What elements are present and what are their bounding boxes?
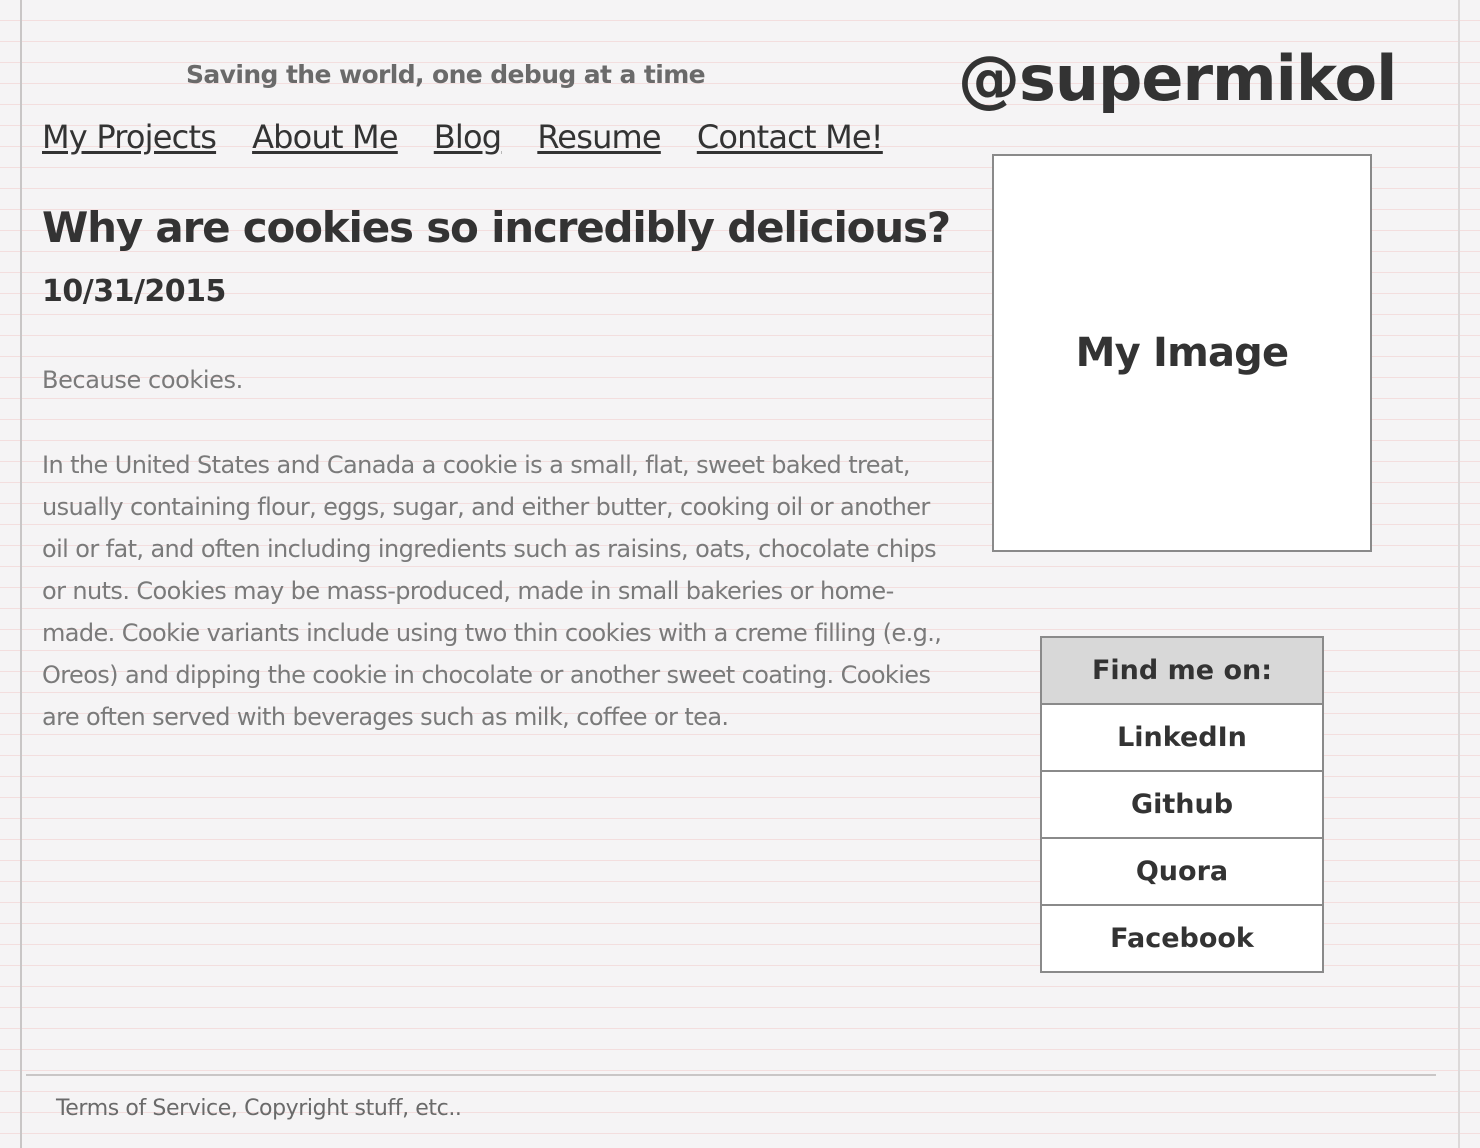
post-date: 10/31/2015 [42, 274, 226, 309]
social-link-github[interactable]: Github [1042, 772, 1322, 839]
social-links-table: Find me on: LinkedIn Github Quora Facebo… [1040, 636, 1324, 973]
social-link-facebook[interactable]: Facebook [1042, 906, 1322, 971]
social-link-linkedin[interactable]: LinkedIn [1042, 705, 1322, 772]
notebook-margin-line-left [20, 0, 22, 1148]
footer-divider [26, 1074, 1436, 1076]
post-body: In the United States and Canada a cookie… [42, 451, 942, 731]
nav-link-resume[interactable]: Resume [537, 118, 661, 156]
footer-text: Terms of Service, Copyright stuff, etc.. [56, 1096, 462, 1121]
main-nav: My Projects About Me Blog Resume Contact… [42, 118, 919, 156]
post-intro: Because cookies. [42, 366, 243, 394]
site-handle: @supermikol [958, 42, 1397, 115]
site-tagline: Saving the world, one debug at a time [186, 60, 706, 89]
nav-link-blog[interactable]: Blog [434, 118, 502, 156]
nav-link-my-projects[interactable]: My Projects [42, 118, 217, 156]
nav-link-about-me[interactable]: About Me [252, 118, 398, 156]
image-placeholder-label: My Image [1075, 330, 1290, 376]
social-links-header: Find me on: [1042, 638, 1322, 705]
post-title: Why are cookies so incredibly delicious? [42, 203, 951, 252]
nav-link-contact-me[interactable]: Contact Me! [697, 118, 884, 156]
social-link-quora[interactable]: Quora [1042, 839, 1322, 906]
notebook-margin-line-right [1458, 0, 1460, 1148]
profile-image-placeholder: My Image [992, 154, 1372, 552]
